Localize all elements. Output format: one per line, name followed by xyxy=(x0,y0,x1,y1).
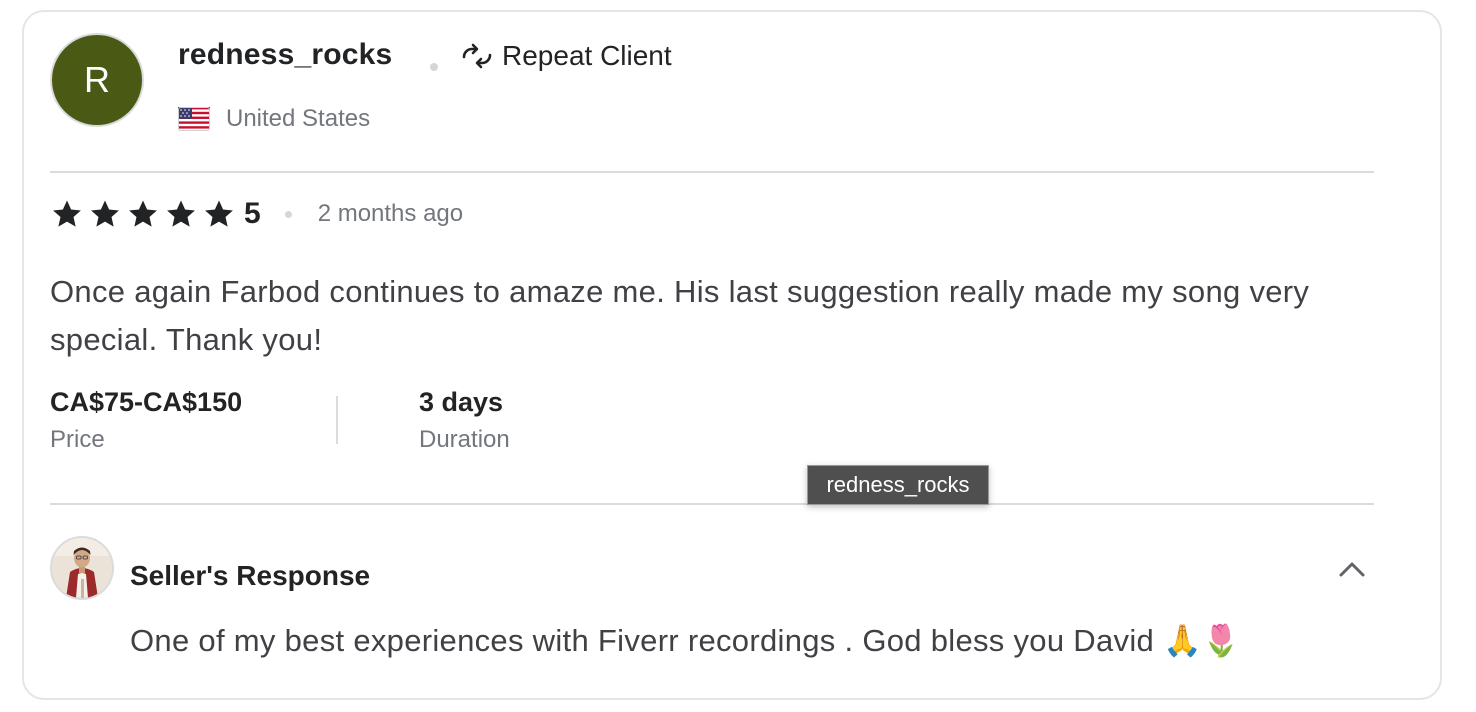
seller-response-text: One of my best experiences with Fiverr r… xyxy=(130,623,1241,658)
username-tooltip: redness_rocks xyxy=(807,465,989,505)
reviewer-country: United States xyxy=(178,105,370,133)
separator-dot xyxy=(430,63,438,71)
repeat-client-badge: Repeat Client xyxy=(460,40,672,72)
duration-label: Duration xyxy=(419,426,510,453)
country-name: United States xyxy=(226,105,371,132)
chevron-up-icon[interactable] xyxy=(1336,554,1368,586)
price-value: CA$75-CA$150 xyxy=(50,387,243,417)
seller-avatar[interactable] xyxy=(50,536,114,600)
review-time-ago: 2 months ago xyxy=(317,200,464,227)
reviewer-username[interactable]: redness_rocks xyxy=(178,38,392,72)
star-icon xyxy=(167,200,195,227)
header-divider xyxy=(50,171,1374,173)
star-rating xyxy=(50,197,236,231)
meta-divider xyxy=(50,503,1374,505)
avatar-initial: R xyxy=(84,59,110,100)
us-flag-icon xyxy=(178,107,210,131)
repeat-icon xyxy=(462,43,492,69)
price-block: CA$75-CA$150 Price xyxy=(50,384,242,454)
rating-value: 5 xyxy=(244,197,261,230)
review-meta: CA$75-CA$150 Price 3 days Duration xyxy=(50,384,750,464)
meta-separator xyxy=(336,396,338,444)
duration-value: 3 days xyxy=(419,387,504,417)
seller-response-title: Seller's Response xyxy=(130,560,371,591)
star-icon xyxy=(205,200,233,227)
review-text: Once again Farbod continues to amaze me.… xyxy=(50,274,1310,357)
repeat-client-label: Repeat Client xyxy=(502,40,672,71)
star-icon xyxy=(53,200,81,227)
duration-block: 3 days Duration xyxy=(419,384,510,454)
reviewer-avatar[interactable]: R xyxy=(50,33,144,127)
star-icon xyxy=(91,200,119,227)
rating-row: 5 2 months ago xyxy=(50,194,463,234)
separator-dot xyxy=(284,210,292,218)
price-label: Price xyxy=(50,426,105,453)
reviewer-header: R redness_rocks Repeat Client United Sta… xyxy=(50,33,1370,133)
seller-portrait-image xyxy=(52,538,112,598)
star-icon xyxy=(129,200,157,227)
